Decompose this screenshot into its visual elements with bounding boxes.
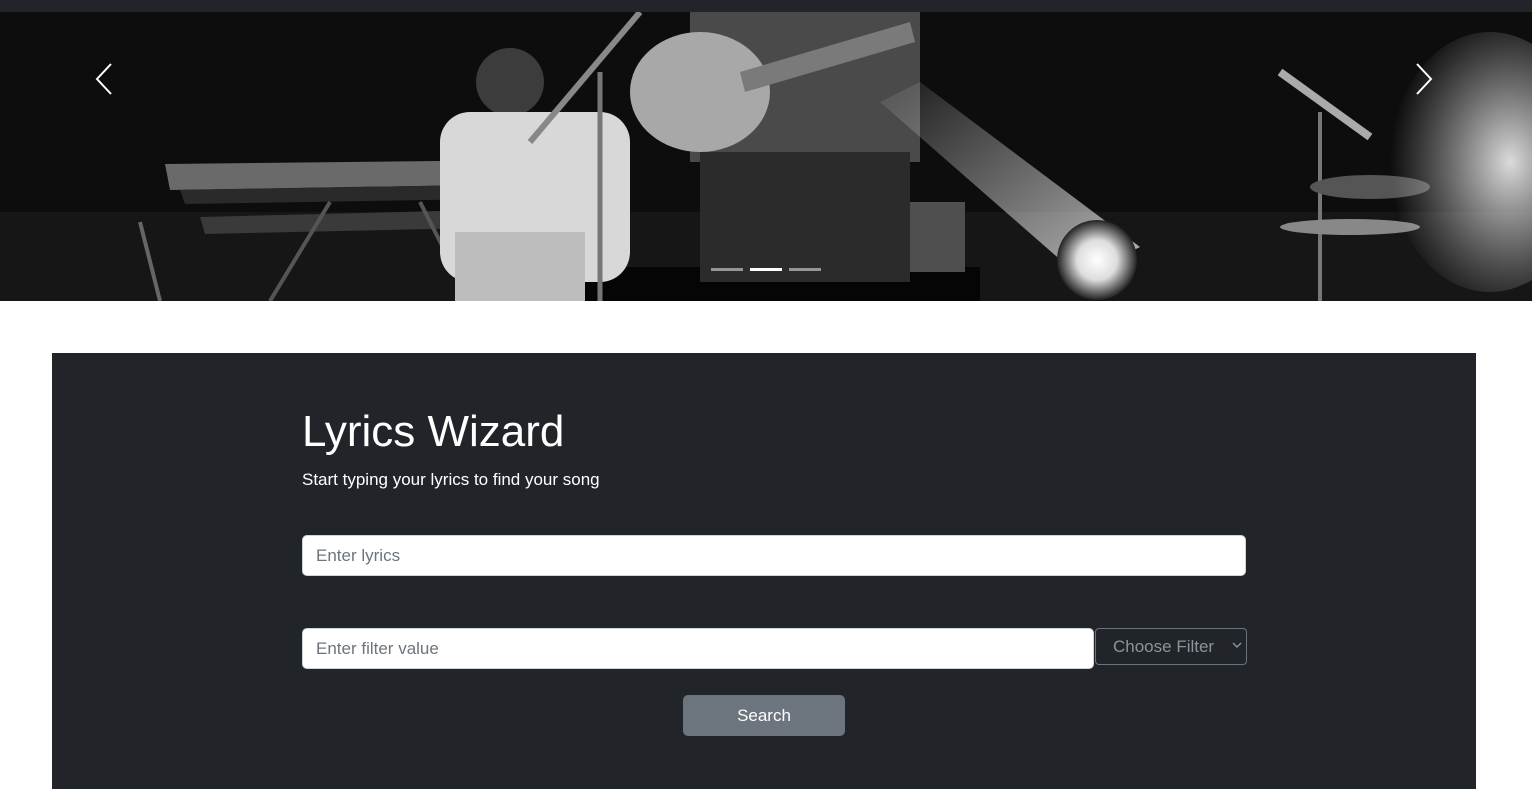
filter-select[interactable]: Choose Filter [1095,628,1247,665]
hero-carousel [0,12,1532,301]
page-subtitle: Start typing your lyrics to find your so… [302,470,600,489]
carousel-indicator-2[interactable] [750,268,782,271]
carousel-prev-button[interactable] [84,54,124,104]
carousel-slide-image [0,12,1532,301]
carousel-indicators [0,268,1532,271]
lyrics-input[interactable] [302,535,1246,576]
filter-select-label: Choose Filter [1113,636,1215,656]
top-nav-bar [0,0,1532,12]
page-title: Lyrics Wizard [302,407,565,456]
filter-value-input[interactable] [302,628,1094,669]
chevron-right-icon [1416,63,1433,95]
search-button[interactable]: Search [683,695,845,736]
chevron-left-icon [95,63,112,95]
carousel-next-button[interactable] [1404,54,1444,104]
carousel-indicator-1[interactable] [711,268,743,271]
search-panel: Lyrics Wizard Start typing your lyrics t… [52,353,1476,789]
chevron-down-icon [1232,642,1242,648]
carousel-indicator-3[interactable] [789,268,821,271]
